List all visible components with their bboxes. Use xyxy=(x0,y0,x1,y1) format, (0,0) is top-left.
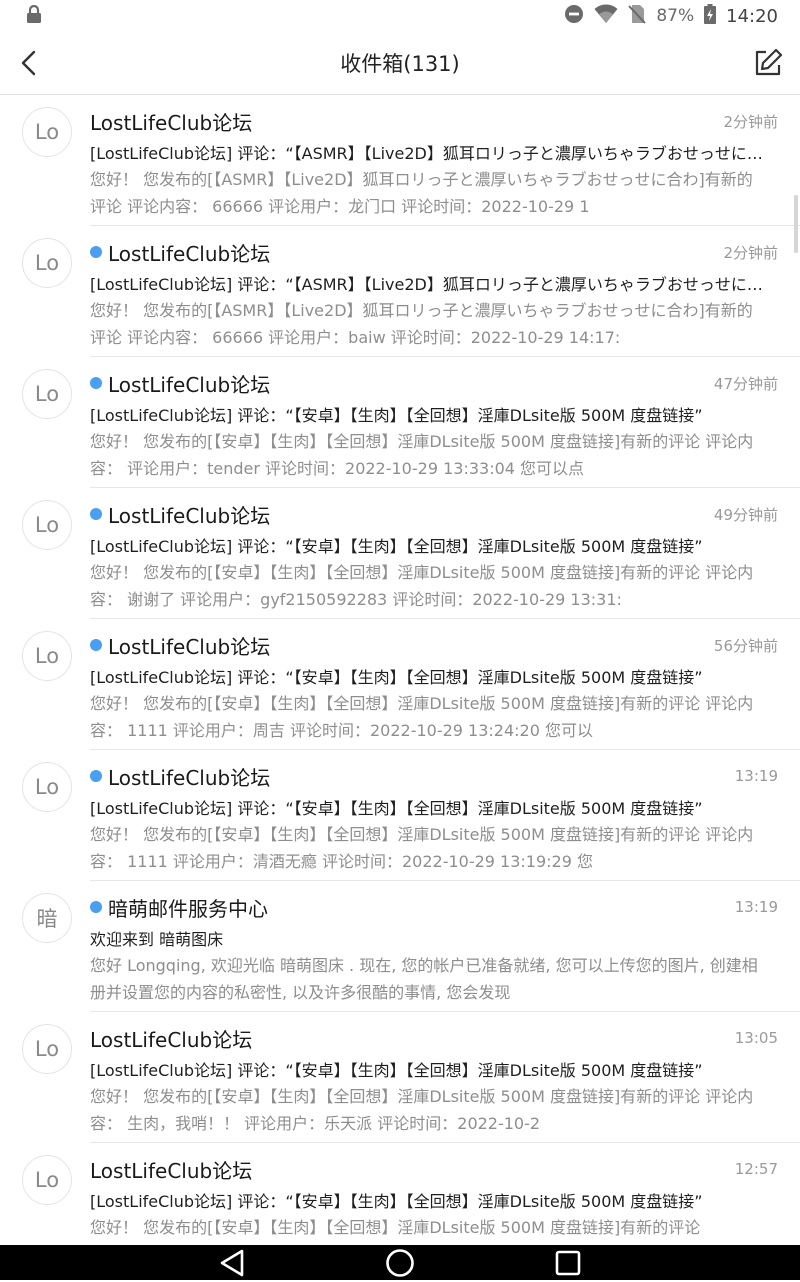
mail-subject: [LostLifeClub论坛] 评论：“【ASMR】【Live2D】狐耳ロリっ… xyxy=(90,144,778,163)
mail-time: 56分钟前 xyxy=(713,636,778,655)
sender-name: LostLifeClub论坛 xyxy=(108,765,271,790)
lock-icon xyxy=(26,4,42,28)
mail-item[interactable]: Lo LostLifeClub论坛 56分钟前 [LostLifeClub论坛]… xyxy=(0,619,800,750)
sender-name: LostLifeClub论坛 xyxy=(90,1158,253,1183)
mail-item[interactable]: Lo LostLifeClub论坛 12:57 [LostLifeClub论坛]… xyxy=(0,1143,800,1245)
avatar: Lo xyxy=(22,1155,72,1205)
mail-item[interactable]: Lo LostLifeClub论坛 13:05 [LostLifeClub论坛]… xyxy=(0,1012,800,1143)
avatar: Lo xyxy=(22,369,72,419)
scrollbar[interactable] xyxy=(794,195,798,253)
do-not-disturb-icon xyxy=(564,4,584,29)
mail-preview: 您好！ 您发布的[【安卓】【生肉】【全回想】淫庫DLsite版 500M 度盘链… xyxy=(90,1218,701,1237)
mail-subject: [LostLifeClub论坛] 评论：“【安卓】【生肉】【全回想】淫庫DLsi… xyxy=(90,406,703,425)
unread-dot xyxy=(90,639,102,651)
nav-back-button[interactable] xyxy=(217,1248,247,1278)
avatar: 暗 xyxy=(22,893,72,943)
wifi-icon xyxy=(594,4,618,29)
mail-subject: [LostLifeClub论坛] 评论：“【安卓】【生肉】【全回想】淫庫DLsi… xyxy=(90,1192,703,1211)
unread-dot xyxy=(90,901,102,913)
app-header: 收件箱(131) xyxy=(0,32,800,95)
status-time: 14:20 xyxy=(726,5,778,27)
mail-preview: 您好！ 您发布的[【安卓】【生肉】【全回想】淫庫DLsite版 500M 度盘链… xyxy=(90,432,754,478)
navigation-bar xyxy=(0,1245,800,1280)
nav-back-icon xyxy=(220,1249,244,1277)
mail-time: 13:19 xyxy=(734,898,778,916)
mail-preview: 您好！ 您发布的[【安卓】【生肉】【全回想】淫庫DLsite版 500M 度盘链… xyxy=(90,563,754,609)
mail-item[interactable]: Lo LostLifeClub论坛 2分钟前 [LostLifeClub论坛] … xyxy=(0,95,800,226)
sender-name: LostLifeClub论坛 xyxy=(108,634,271,659)
mail-list[interactable]: Lo LostLifeClub论坛 2分钟前 [LostLifeClub论坛] … xyxy=(0,95,800,1245)
mail-preview: 您好！ 您发布的[【安卓】【生肉】【全回想】淫庫DLsite版 500M 度盘链… xyxy=(90,1087,754,1133)
mail-preview: 您好！ 您发布的[【ASMR】【Live2D】狐耳ロリっ子と濃厚いちゃラブおせっ… xyxy=(90,301,753,347)
mail-subject: [LostLifeClub论坛] 评论：“【安卓】【生肉】【全回想】淫庫DLsi… xyxy=(90,799,703,818)
sender-name: 暗萌邮件服务中心 xyxy=(108,896,268,921)
mail-item[interactable]: Lo LostLifeClub论坛 47分钟前 [LostLifeClub论坛]… xyxy=(0,357,800,488)
avatar: Lo xyxy=(22,107,72,157)
mail-time: 47分钟前 xyxy=(713,374,778,393)
mail-time: 12:57 xyxy=(734,1160,778,1178)
mail-preview: 您好！ 您发布的[【ASMR】【Live2D】狐耳ロリっ子と濃厚いちゃラブおせっ… xyxy=(90,170,753,216)
nav-recents-icon xyxy=(555,1250,581,1276)
mail-preview: 您好！ 您发布的[【安卓】【生肉】【全回想】淫庫DLsite版 500M 度盘链… xyxy=(90,825,754,871)
mail-time: 2分钟前 xyxy=(723,112,778,131)
no-sim-icon xyxy=(628,4,647,29)
mail-item[interactable]: Lo LostLifeClub论坛 49分钟前 [LostLifeClub论坛]… xyxy=(0,488,800,619)
nav-recents-button[interactable] xyxy=(553,1248,583,1278)
mail-subject: [LostLifeClub论坛] 评论：“【ASMR】【Live2D】狐耳ロリっ… xyxy=(90,275,778,294)
sender-name: LostLifeClub论坛 xyxy=(108,372,271,397)
unread-dot xyxy=(90,377,102,389)
mail-time: 13:19 xyxy=(734,767,778,785)
compose-button[interactable] xyxy=(752,47,784,79)
unread-dot xyxy=(90,508,102,520)
mail-time: 13:05 xyxy=(734,1029,778,1047)
mail-subject: [LostLifeClub论坛] 评论：“【安卓】【生肉】【全回想】淫庫DLsi… xyxy=(90,668,703,687)
avatar: Lo xyxy=(22,500,72,550)
sender-name: LostLifeClub论坛 xyxy=(108,503,271,528)
mail-subject: [LostLifeClub论坛] 评论：“【安卓】【生肉】【全回想】淫庫DLsi… xyxy=(90,1061,703,1080)
avatar: Lo xyxy=(22,1024,72,1074)
mail-preview: 您好！ 您发布的[【安卓】【生肉】【全回想】淫庫DLsite版 500M 度盘链… xyxy=(90,694,754,740)
battery-charging-icon xyxy=(704,3,717,29)
nav-home-icon xyxy=(386,1249,414,1277)
battery-percent: 87% xyxy=(656,6,695,26)
avatar: Lo xyxy=(22,762,72,812)
unread-dot xyxy=(90,770,102,782)
nav-home-button[interactable] xyxy=(385,1248,415,1278)
back-arrow-icon xyxy=(21,50,36,76)
status-bar: 87% 14:20 xyxy=(0,0,800,32)
mail-subject: [LostLifeClub论坛] 评论：“【安卓】【生肉】【全回想】淫庫DLsi… xyxy=(90,537,703,556)
back-button[interactable] xyxy=(16,47,46,79)
mail-item[interactable]: Lo LostLifeClub论坛 2分钟前 [LostLifeClub论坛] … xyxy=(0,226,800,357)
sender-name: LostLifeClub论坛 xyxy=(108,241,271,266)
avatar: Lo xyxy=(22,631,72,681)
mail-time: 2分钟前 xyxy=(723,243,778,262)
mail-preview: 您好 Longqing, 欢迎光临 暗萌图床 . 现在, 您的帐户已准备就绪, … xyxy=(90,956,758,1002)
mail-time: 49分钟前 xyxy=(713,505,778,524)
sender-name: LostLifeClub论坛 xyxy=(90,110,253,135)
mail-item[interactable]: Lo LostLifeClub论坛 13:19 [LostLifeClub论坛]… xyxy=(0,750,800,881)
mail-item[interactable]: 暗 暗萌邮件服务中心 13:19 欢迎来到 暗萌图床 您好 Longqing, … xyxy=(0,881,800,1012)
mail-subject: 欢迎来到 暗萌图床 xyxy=(90,930,224,949)
sender-name: LostLifeClub论坛 xyxy=(90,1027,253,1052)
page-title: 收件箱(131) xyxy=(340,52,460,76)
avatar: Lo xyxy=(22,238,72,288)
unread-dot xyxy=(90,246,102,258)
compose-icon xyxy=(755,48,783,76)
